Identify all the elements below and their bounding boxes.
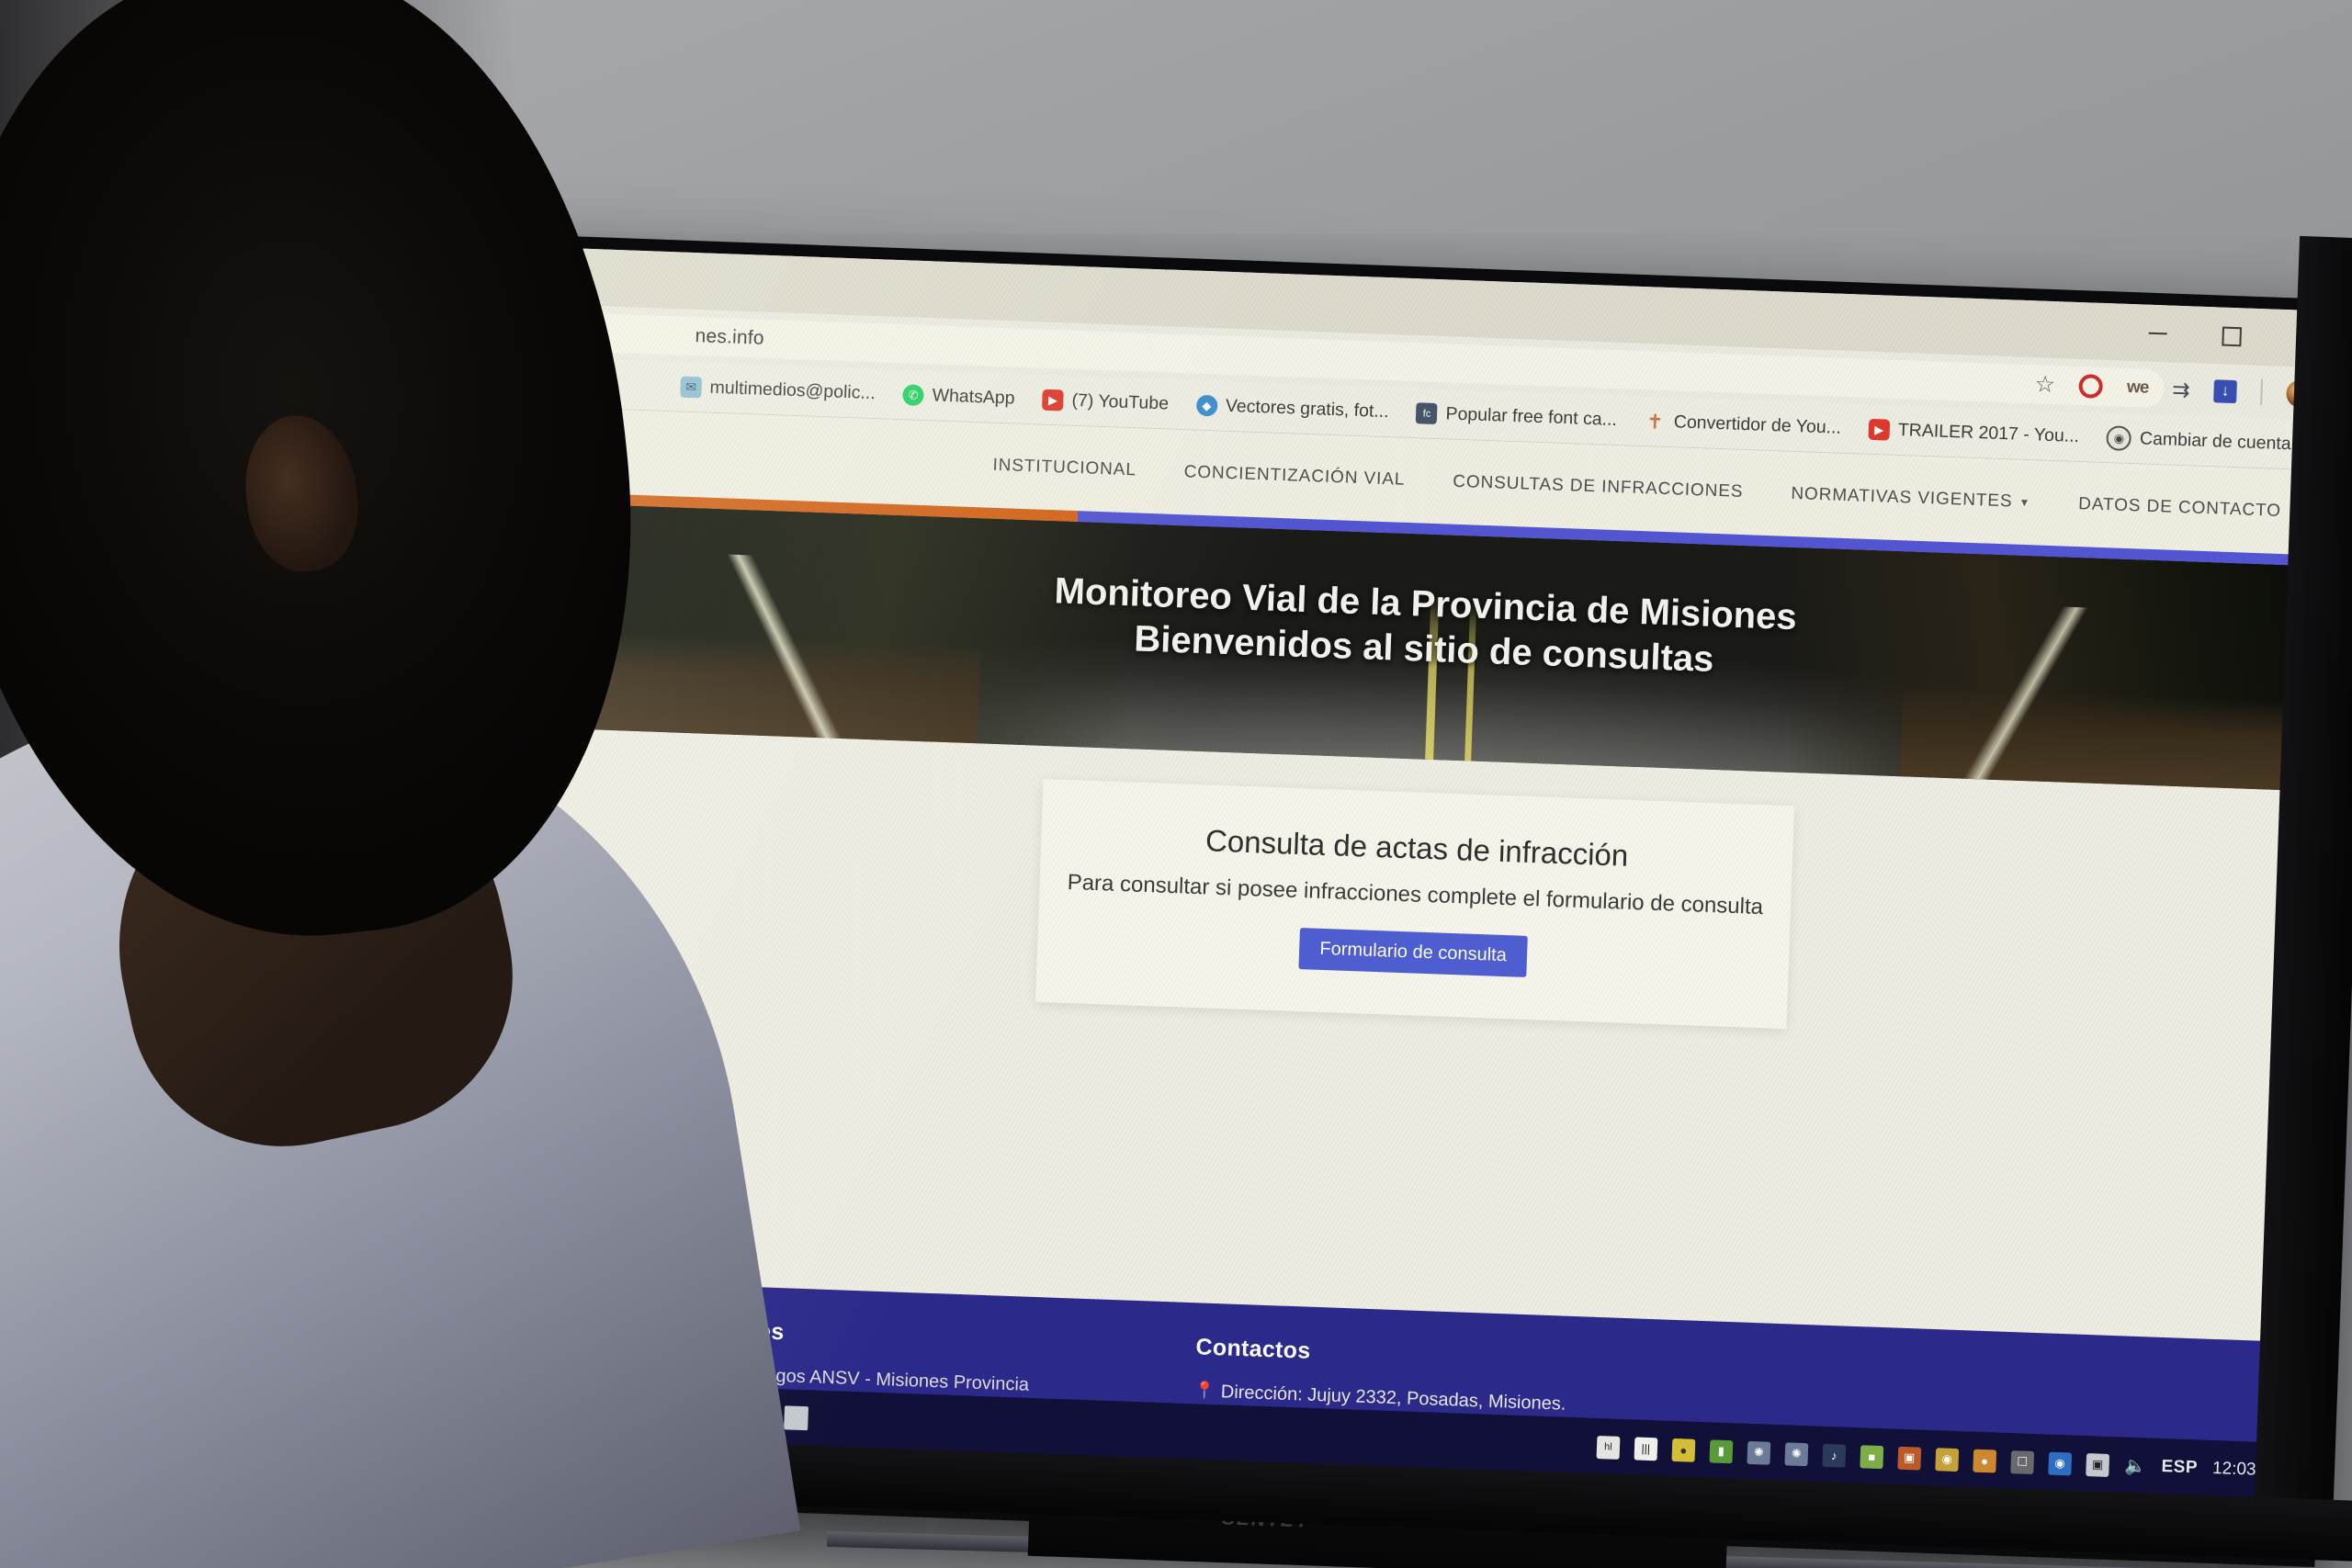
- bookmark-label: WhatsApp: [932, 385, 1015, 409]
- bookmark-item[interactable]: ✉ multimedios@polic...: [680, 376, 876, 405]
- formulario-de-consulta-button[interactable]: Formulario de consulta: [1298, 928, 1528, 977]
- nav-item-normativas-vigentes[interactable]: NORMATIVAS VIGENTES ▼: [1791, 484, 2031, 513]
- photo-scene: nes.info ☆ we ⇉ ↓ ✉ multimedios@polic...…: [0, 0, 2352, 1568]
- nav-item-concientizacion-vial[interactable]: CONCIENTIZACIÓN VIAL: [1183, 462, 1405, 491]
- star-icon[interactable]: ☆: [2034, 370, 2055, 399]
- font-icon: fc: [1416, 402, 1438, 425]
- chevron-down-icon: ▼: [2018, 495, 2031, 510]
- nav-item-institucional[interactable]: INSTITUCIONAL: [992, 456, 1136, 481]
- card-description: Para consultar si posee infracciones com…: [1067, 869, 1764, 920]
- arrows-extension-icon[interactable]: ⇉: [2172, 377, 2190, 402]
- youtube-icon: ▶: [1042, 389, 1064, 412]
- bookmark-label: multimedios@polic...: [709, 377, 876, 404]
- nav-label: INSTITUCIONAL: [992, 455, 1137, 480]
- maximize-restore-button[interactable]: [2195, 307, 2268, 367]
- barcode-icon[interactable]: |||: [1634, 1436, 1658, 1461]
- bookmark-label: Popular free font ca...: [1445, 403, 1618, 431]
- we-extension-icon[interactable]: we: [2127, 378, 2149, 399]
- bookmark-label: Vectores gratis, fot...: [1225, 395, 1389, 423]
- bookmark-label: Convertidor de You...: [1673, 412, 1842, 438]
- converter-icon: ✝: [1645, 409, 1665, 434]
- taskbar-clock[interactable]: 12:03: [2212, 1459, 2256, 1481]
- nav-label: DATOS DE CONTACTO: [2077, 494, 2282, 521]
- speaker-small-icon[interactable]: ♪: [1822, 1443, 1847, 1468]
- folder-icon[interactable]: ▮: [1709, 1438, 1734, 1463]
- bookmark-item[interactable]: ◉ Cambiar de cuenta...: [2106, 425, 2306, 457]
- toolbar-divider: [2260, 379, 2264, 406]
- download-icon[interactable]: ↓: [2213, 378, 2237, 403]
- globe-icon: ◉: [2106, 425, 2132, 452]
- bookmark-label: TRAILER 2017 - You...: [1897, 420, 2080, 447]
- bookmark-label: (7) YouTube: [1071, 389, 1170, 414]
- photo-icon[interactable]: ■: [1860, 1444, 1884, 1469]
- bookmark-item[interactable]: fc Popular free font ca...: [1416, 402, 1617, 431]
- whatsapp-icon: ✆: [902, 384, 925, 407]
- location-icon: 📍: [1193, 1381, 1216, 1401]
- screenshot-icon[interactable]: ☐: [2010, 1450, 2035, 1474]
- consulta-card: Consulta de actas de infracción Para con…: [1035, 778, 1795, 1030]
- bookmark-item[interactable]: ▶ (7) YouTube: [1042, 389, 1169, 415]
- display-icon[interactable]: ▣: [2086, 1452, 2110, 1477]
- footer-contacts-title: Contactos: [1195, 1334, 1311, 1364]
- globe-icon[interactable]: ◉: [2048, 1451, 2073, 1475]
- url-text: nes.info: [695, 325, 765, 349]
- bookmark-item[interactable]: ▶ TRAILER 2017 - You...: [1868, 418, 2080, 447]
- card-heading: Consulta de actas de infracción: [1204, 823, 1629, 873]
- bookmark-item[interactable]: ✝ Convertidor de You...: [1644, 409, 1842, 439]
- mail-icon: ✉: [680, 376, 703, 399]
- taskbar-app-icon[interactable]: [783, 1405, 808, 1431]
- network-icon[interactable]: ✺: [1747, 1440, 1771, 1465]
- nav-label: NORMATIVAS VIGENTES: [1791, 483, 2013, 512]
- nav-item-consultas-de-infracciones[interactable]: CONSULTAS DE INFRACCIONES: [1453, 472, 1744, 502]
- paint-icon[interactable]: ●: [1973, 1449, 1997, 1473]
- youtube-icon: ▶: [1868, 418, 1891, 441]
- vectors-icon: ◆: [1195, 394, 1218, 417]
- shield-icon[interactable]: ●: [1671, 1438, 1696, 1462]
- media-icon[interactable]: ◉: [1935, 1447, 1960, 1472]
- volume-icon[interactable]: 🔈: [2123, 1454, 2147, 1478]
- nav-label: CONSULTAS DE INFRACCIONES: [1452, 471, 1744, 502]
- minimize-button[interactable]: [2121, 304, 2195, 364]
- page-body: Consulta de actas de infracción Para con…: [477, 726, 2344, 1502]
- hl-icon[interactable]: hl: [1596, 1435, 1621, 1460]
- bookmark-item[interactable]: ◆ Vectores gratis, fot...: [1195, 394, 1389, 423]
- bookmark-label: Cambiar de cuenta...: [2139, 428, 2307, 455]
- network-icon[interactable]: ✺: [1784, 1441, 1809, 1466]
- bookmark-item[interactable]: ✆ WhatsApp: [902, 384, 1015, 409]
- language-indicator[interactable]: ESP: [2161, 1457, 2198, 1478]
- archive-icon[interactable]: ▣: [1897, 1446, 1922, 1471]
- nav-item-datos-de-contacto[interactable]: DATOS DE CONTACTO: [2078, 494, 2281, 522]
- opera-extension-icon[interactable]: [2078, 374, 2104, 399]
- nav-label: CONCIENTIZACIÓN VIAL: [1183, 462, 1406, 490]
